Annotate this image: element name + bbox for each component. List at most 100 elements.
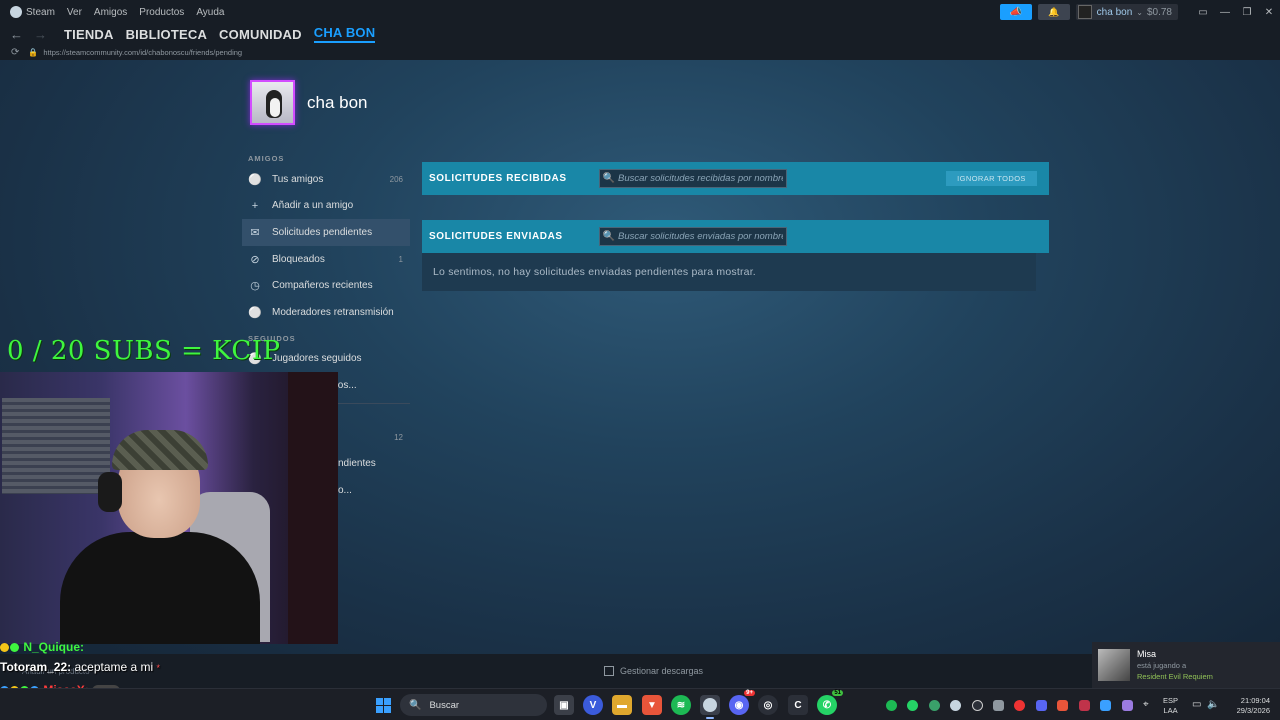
spotify-icon[interactable]: ≋ [671,695,691,715]
obs-tray-icon[interactable] [972,700,983,711]
tab-biblioteca[interactable]: BIBLIOTECA [126,27,207,42]
sidebar-item-label: Tus amigos [272,173,324,185]
language-indicator[interactable]: ESP LAA [1163,696,1178,716]
received-search-input[interactable] [618,173,783,184]
keyboard-layout: LAA [1163,706,1178,715]
task-view-icon[interactable]: ▣ [554,695,574,715]
ignore-all-button[interactable]: IGNORAR TODOS [946,171,1037,186]
sidebar-item-tus-amigos[interactable]: ⚪ Tus amigos 206 [242,166,410,193]
toast-user: Misa [1137,648,1157,659]
received-search-box[interactable]: 🔍 [599,169,787,188]
menu-amigos[interactable]: Amigos [94,7,127,18]
menu-ver[interactable]: Ver [67,7,82,18]
chat-line: N_Quique: [0,640,84,654]
toast-text: Misa está jugando a Resident Evil Requie… [1137,649,1213,682]
profile-name[interactable]: cha bon [307,93,368,113]
envelope-icon: ✉ [250,226,260,239]
clock-date: 29/3/2026 [1236,706,1270,715]
sent-empty-message: Lo sentimos, no hay solicitudes enviadas… [422,253,1036,291]
chevron-down-icon: ⌄ [1136,7,1143,17]
spotify-tray-icon[interactable] [886,700,897,711]
forward-arrow-icon[interactable]: → [34,27,48,42]
chat-message: aceptame a mi [74,660,154,674]
volume-icon[interactable]: 🔈 [1207,699,1219,710]
brave-icon[interactable]: ▼ [642,695,662,715]
tray-app-icon[interactable] [929,700,940,711]
capcut-icon[interactable]: C [788,695,808,715]
discord-tray-icon[interactable] [1036,700,1047,711]
tab-tienda[interactable]: TIENDA [64,27,114,42]
badge-icon [10,643,19,653]
sidebar-item-moderadores[interactable]: ⚪ Moderadores retransmisión [242,299,410,326]
clock-time: 21:09:04 [1240,696,1270,705]
discord-icon[interactable]: 9+ ◉ [729,690,755,715]
download-icon [604,666,614,676]
megaphone-icon: 📣 [1009,6,1022,18]
menu-productos[interactable]: Productos [139,7,184,18]
account-menu[interactable]: cha bon ⌄ $0.78 [1075,4,1178,20]
tab-comunidad[interactable]: COMUNIDAD [219,27,302,42]
obs-icon[interactable]: ◎ [758,695,778,715]
profile-avatar[interactable] [250,80,295,125]
groups-count: 12 [394,432,403,442]
menu-ayuda[interactable]: Ayuda [196,7,224,18]
notifications-button[interactable]: 🔔 [1037,4,1070,20]
person-icon: ⚪ [248,173,262,186]
taskbar-search-label: Buscar [429,699,460,711]
discord-badge: 9+ [744,690,755,696]
file-explorer-icon[interactable]: ▬ [612,695,632,715]
sidebar-item-label: Bloqueados [272,253,325,265]
sidebar-item-anadir-amigo[interactable]: + Añadir a un amigo [242,193,410,220]
system-clock[interactable]: 21:09:04 29/3/2026 [1222,696,1270,716]
tray-app-icon[interactable] [1122,700,1133,711]
tab-profile[interactable]: CHA BON [313,25,376,43]
topbar-right: 📣 🔔 cha bon ⌄ $0.78 ▭ — ❐ ✕ [999,0,1280,24]
toast-status: está jugando a [1137,660,1187,670]
avatar [1098,649,1130,681]
downloads-label: Gestionar descargas [620,666,704,676]
menu-steam[interactable]: Steam [26,7,55,18]
steam-taskbar-icon[interactable] [700,695,720,719]
sent-search-input[interactable] [618,231,783,242]
reload-icon[interactable]: ⟳ [11,47,19,58]
main-nav: ← → TIENDA BIBLIOTECA COMUNIDAD CHA BON [0,24,1280,44]
sidebar-item-companeros-recientes[interactable]: ◷ Compañeros recientes [242,272,410,299]
toast-game: Resident Evil Requiem [1137,671,1213,681]
location-icon[interactable]: ⌖ [1143,699,1149,710]
sidebar-item-solicitudes-pendientes[interactable]: ✉ Solicitudes pendientes [242,219,410,246]
monitor-tray-icon[interactable] [993,700,1004,711]
sidebar-item-bloqueados[interactable]: ⊘ Bloqueados 1 [242,246,410,273]
announcements-button[interactable]: 📣 [999,4,1032,20]
minimize-icon[interactable]: — [1214,7,1236,18]
steam-tray-icon[interactable] [950,700,961,711]
url-text[interactable]: https://steamcommunity.com/id/chabonoscu… [43,48,242,57]
star-icon: * [156,663,161,673]
brave-tray-icon[interactable] [1057,700,1068,711]
network-icon[interactable]: ▭ [1192,699,1201,710]
tray-app-icon[interactable] [1014,700,1025,711]
taskbar-search[interactable]: 🔍 Buscar [400,694,547,716]
webcam-feed [0,372,338,644]
whatsapp-tray-icon[interactable] [907,700,918,711]
clock-icon: ◷ [250,280,260,293]
restore-icon[interactable]: ❐ [1236,7,1258,18]
big-picture-icon[interactable]: ▭ [1192,7,1214,18]
windows-start-icon[interactable] [376,698,391,713]
whatsapp-icon[interactable]: 51 ✆ [817,690,843,715]
add-person-icon: + [251,199,259,212]
close-icon[interactable]: ✕ [1258,7,1280,18]
tray-app-icon[interactable] [1100,700,1111,711]
sent-requests-title: SOLICITUDES ENVIADAS [429,231,563,242]
vivaldi-icon[interactable]: V [583,695,603,715]
received-requests-title: SOLICITUDES RECIBIDAS [429,173,567,184]
friend-activity-toast[interactable]: Misa está jugando a Resident Evil Requie… [1092,642,1280,688]
tray-app-icon[interactable] [1079,700,1090,711]
section-header-amigos: AMIGOS [248,154,285,163]
back-arrow-icon[interactable]: ← [10,27,24,42]
sidebar-item-label: o... [338,484,352,496]
manage-downloads-button[interactable]: Gestionar descargas [604,666,703,676]
received-requests-header: SOLICITUDES RECIBIDAS 🔍 IGNORAR TODOS [422,162,1049,195]
windows-taskbar: 🔍 Buscar ▣ V ▬ ▼ ≋ 9+ ◉ ◎ C 51 ✆ ⌖ ESP LAA… [0,688,1280,720]
sent-search-box[interactable]: 🔍 [599,227,787,246]
search-icon: 🔍 [602,173,616,184]
